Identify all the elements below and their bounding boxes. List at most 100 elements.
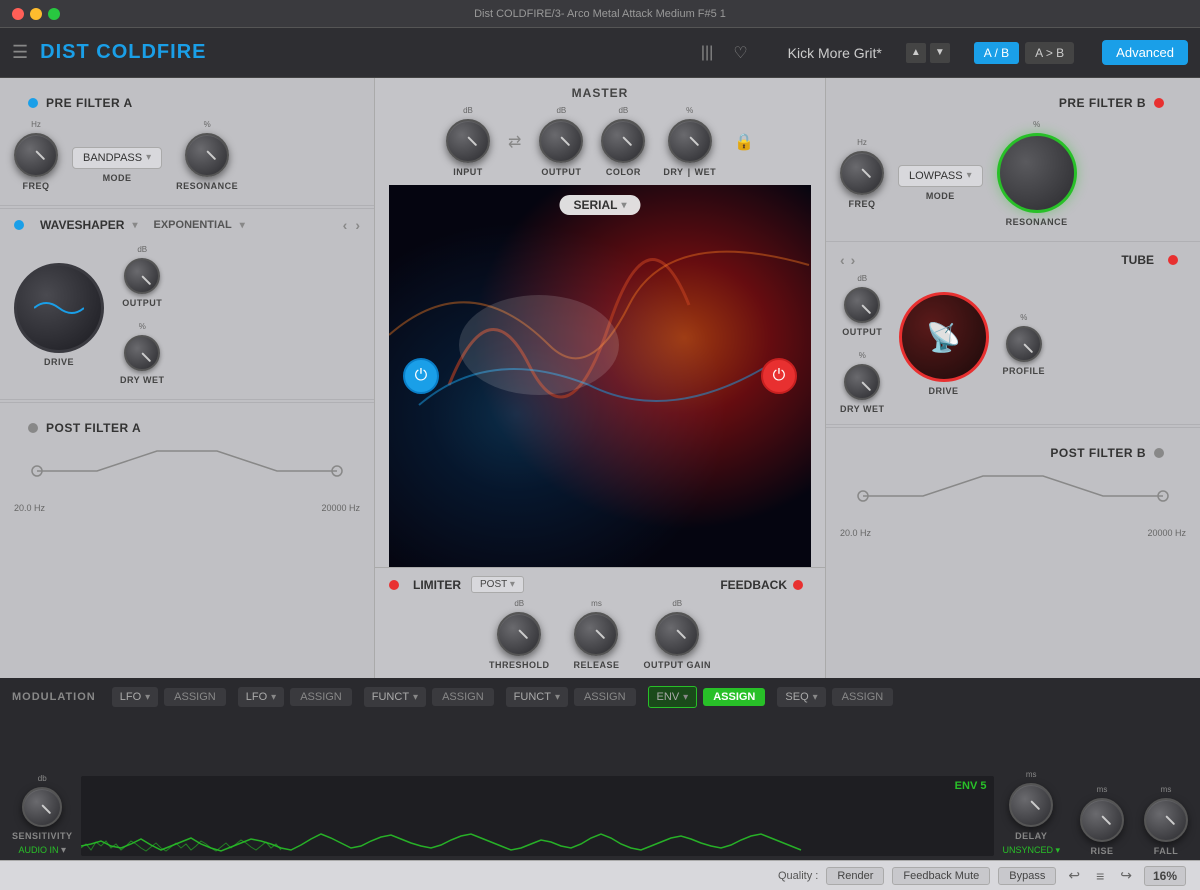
minimize-btn[interactable] — [30, 8, 42, 20]
waveshaper-dot[interactable] — [14, 220, 24, 230]
sensitivity-label: SENSITIVITY — [12, 831, 73, 841]
limiter-release-knob[interactable] — [574, 612, 618, 656]
post-filter-a-dot[interactable] — [28, 423, 38, 433]
window-controls[interactable] — [12, 8, 60, 20]
waveshaper-nav-right[interactable]: › — [355, 217, 360, 233]
tube-profile-knob[interactable] — [1006, 326, 1042, 362]
master-output-knob[interactable] — [539, 119, 583, 163]
env-fall-label: FALL — [1154, 846, 1179, 856]
link-icon[interactable]: ⇄ — [508, 132, 521, 152]
mod-slot-env[interactable]: ENV ▾ — [648, 686, 698, 708]
waveshaper-output-group: dB OUTPUT — [120, 245, 165, 308]
waveshaper-drywet-knob[interactable] — [124, 335, 160, 371]
feedback-title-group: FEEDBACK — [720, 578, 811, 592]
mod-slot-funct2[interactable]: FUNCT ▾ — [506, 687, 568, 707]
env-rise-label: RISE — [1090, 846, 1113, 856]
env-fall-knob[interactable] — [1144, 798, 1188, 842]
feedback-dot[interactable] — [793, 580, 803, 590]
unsynced-label[interactable]: UNSYNCED ▾ — [1002, 845, 1060, 856]
tube-drywet-group: % DRY WET — [840, 351, 885, 414]
chevron-down-icon: ▾ — [967, 170, 972, 181]
mod-assign-funct1[interactable]: ASSIGN — [432, 688, 494, 706]
bars-icon[interactable]: ||| — [701, 44, 713, 62]
limiter-dot[interactable] — [389, 580, 399, 590]
waveshaper-output-knob[interactable] — [124, 258, 160, 294]
favorite-icon[interactable]: ♡ — [733, 43, 747, 63]
mod-assign-lfo2[interactable]: ASSIGN — [290, 688, 352, 706]
ab-button[interactable]: A / B — [974, 42, 1019, 64]
pre-filter-a-freq-knob[interactable] — [14, 133, 58, 177]
preset-next[interactable]: ▼ — [930, 43, 950, 63]
waveshaper-header: WAVESHAPER ▾ EXPONENTIAL ▾ ‹ › — [14, 217, 360, 233]
close-btn[interactable] — [12, 8, 24, 20]
menu-icon[interactable]: ☰ — [12, 42, 28, 63]
post-filter-b-dot[interactable] — [1154, 448, 1164, 458]
mod-slot-lfo1[interactable]: LFO ▾ — [112, 687, 158, 707]
feedback-mute-button[interactable]: Feedback Mute — [892, 867, 990, 885]
serial-badge[interactable]: SERIAL ▾ — [559, 195, 640, 215]
mod-assign-lfo1[interactable]: ASSIGN — [164, 688, 226, 706]
tube-knobs: dB OUTPUT % DRY WET 📡 DRIVE — [840, 274, 1186, 414]
pre-filter-b-dot[interactable] — [1154, 98, 1164, 108]
env-rise-knob[interactable] — [1080, 798, 1124, 842]
master-color-knob[interactable] — [601, 119, 645, 163]
tube-section: ‹ › TUBE dB OUTPUT % DRY WET — [826, 244, 1200, 422]
mod-slot-lfo2[interactable]: LFO ▾ — [238, 687, 284, 707]
right-power-button[interactable]: ⏻ — [761, 358, 797, 394]
env-label: ENV 5 — [955, 780, 987, 792]
master-drywet-knob[interactable] — [668, 119, 712, 163]
master-input-knob[interactable] — [446, 119, 490, 163]
sensitivity-group: db SENSITIVITY AUDIO IN ▾ — [12, 774, 73, 856]
tube-dot[interactable] — [1168, 255, 1178, 265]
advanced-button[interactable]: Advanced — [1102, 40, 1188, 65]
waveshaper-drive-group: DRIVE — [14, 263, 104, 367]
mod-slot-funct1[interactable]: FUNCT ▾ — [364, 687, 426, 707]
env-delay-group: ms DELAY UNSYNCED ▾ — [1002, 770, 1060, 856]
pre-filter-a-dot[interactable] — [28, 98, 38, 108]
tube-nav-left[interactable]: ‹ — [840, 252, 845, 268]
tube-output-knob[interactable] — [844, 287, 880, 323]
pre-filter-a-mode-dropdown[interactable]: BANDPASS ▾ — [72, 147, 162, 169]
mod-assign-env[interactable]: ASSIGN — [703, 688, 765, 706]
post-filter-b-header: POST FILTER B — [840, 436, 1186, 466]
render-button[interactable]: Render — [826, 867, 884, 885]
preset-navigation: ▲ ▼ — [906, 43, 950, 63]
pre-filter-b-freq-knob[interactable] — [840, 151, 884, 195]
sensitivity-knob[interactable] — [22, 787, 62, 827]
tube-drive-knob[interactable]: 📡 — [899, 292, 989, 382]
maximize-btn[interactable] — [48, 8, 60, 20]
bypass-button[interactable]: Bypass — [998, 867, 1056, 885]
waveshaper-waveform[interactable] — [14, 263, 104, 353]
limiter-release-group: ms RELEASE — [573, 599, 619, 670]
visual-background — [389, 185, 811, 567]
post-badge[interactable]: POST ▾ — [471, 576, 524, 593]
tube-drywet-knob[interactable] — [844, 364, 880, 400]
preset-prev[interactable]: ▲ — [906, 43, 926, 63]
list-button[interactable]: ≡ — [1092, 868, 1108, 884]
mod-assign-seq[interactable]: ASSIGN — [832, 688, 894, 706]
lock-icon[interactable]: 🔒 — [734, 132, 754, 152]
post-filter-a-section: POST FILTER A 20.0 Hz 20000 Hz — [0, 402, 374, 678]
pre-filter-b-mode-dropdown[interactable]: LOWPASS ▾ — [898, 165, 983, 187]
pre-filter-a-resonance-knob[interactable] — [185, 133, 229, 177]
pre-filter-b-resonance-knob[interactable] — [997, 133, 1077, 213]
mod-assign-funct2[interactable]: ASSIGN — [574, 688, 636, 706]
ab-copy-button[interactable]: A > B — [1025, 42, 1074, 64]
sensitivity-unit-label: db — [38, 774, 47, 783]
tube-nav-right[interactable]: › — [851, 252, 856, 268]
limiter-threshold-knob[interactable] — [497, 612, 541, 656]
env-delay-label: DELAY — [1015, 831, 1047, 841]
redo-button[interactable]: ↪ — [1116, 867, 1136, 884]
chevron-down-icon[interactable]: ▾ — [132, 220, 137, 231]
waveshaper-title: WAVESHAPER — [40, 218, 124, 232]
left-power-button[interactable]: ⏻ — [403, 358, 439, 394]
limiter-output-gain-knob[interactable] — [655, 612, 699, 656]
post-filter-b-range: 20.0 Hz 20000 Hz — [840, 528, 1186, 538]
audio-in-label[interactable]: AUDIO IN ▾ — [18, 845, 66, 856]
waveshaper-nav-left[interactable]: ‹ — [343, 217, 348, 233]
mod-slot-seq[interactable]: SEQ ▾ — [777, 687, 825, 707]
chevron-down-icon[interactable]: ▾ — [240, 220, 245, 231]
limiter-title-group: LIMITER — [389, 578, 461, 592]
undo-button[interactable]: ↩ — [1064, 867, 1084, 884]
env-delay-knob[interactable] — [1009, 783, 1053, 827]
